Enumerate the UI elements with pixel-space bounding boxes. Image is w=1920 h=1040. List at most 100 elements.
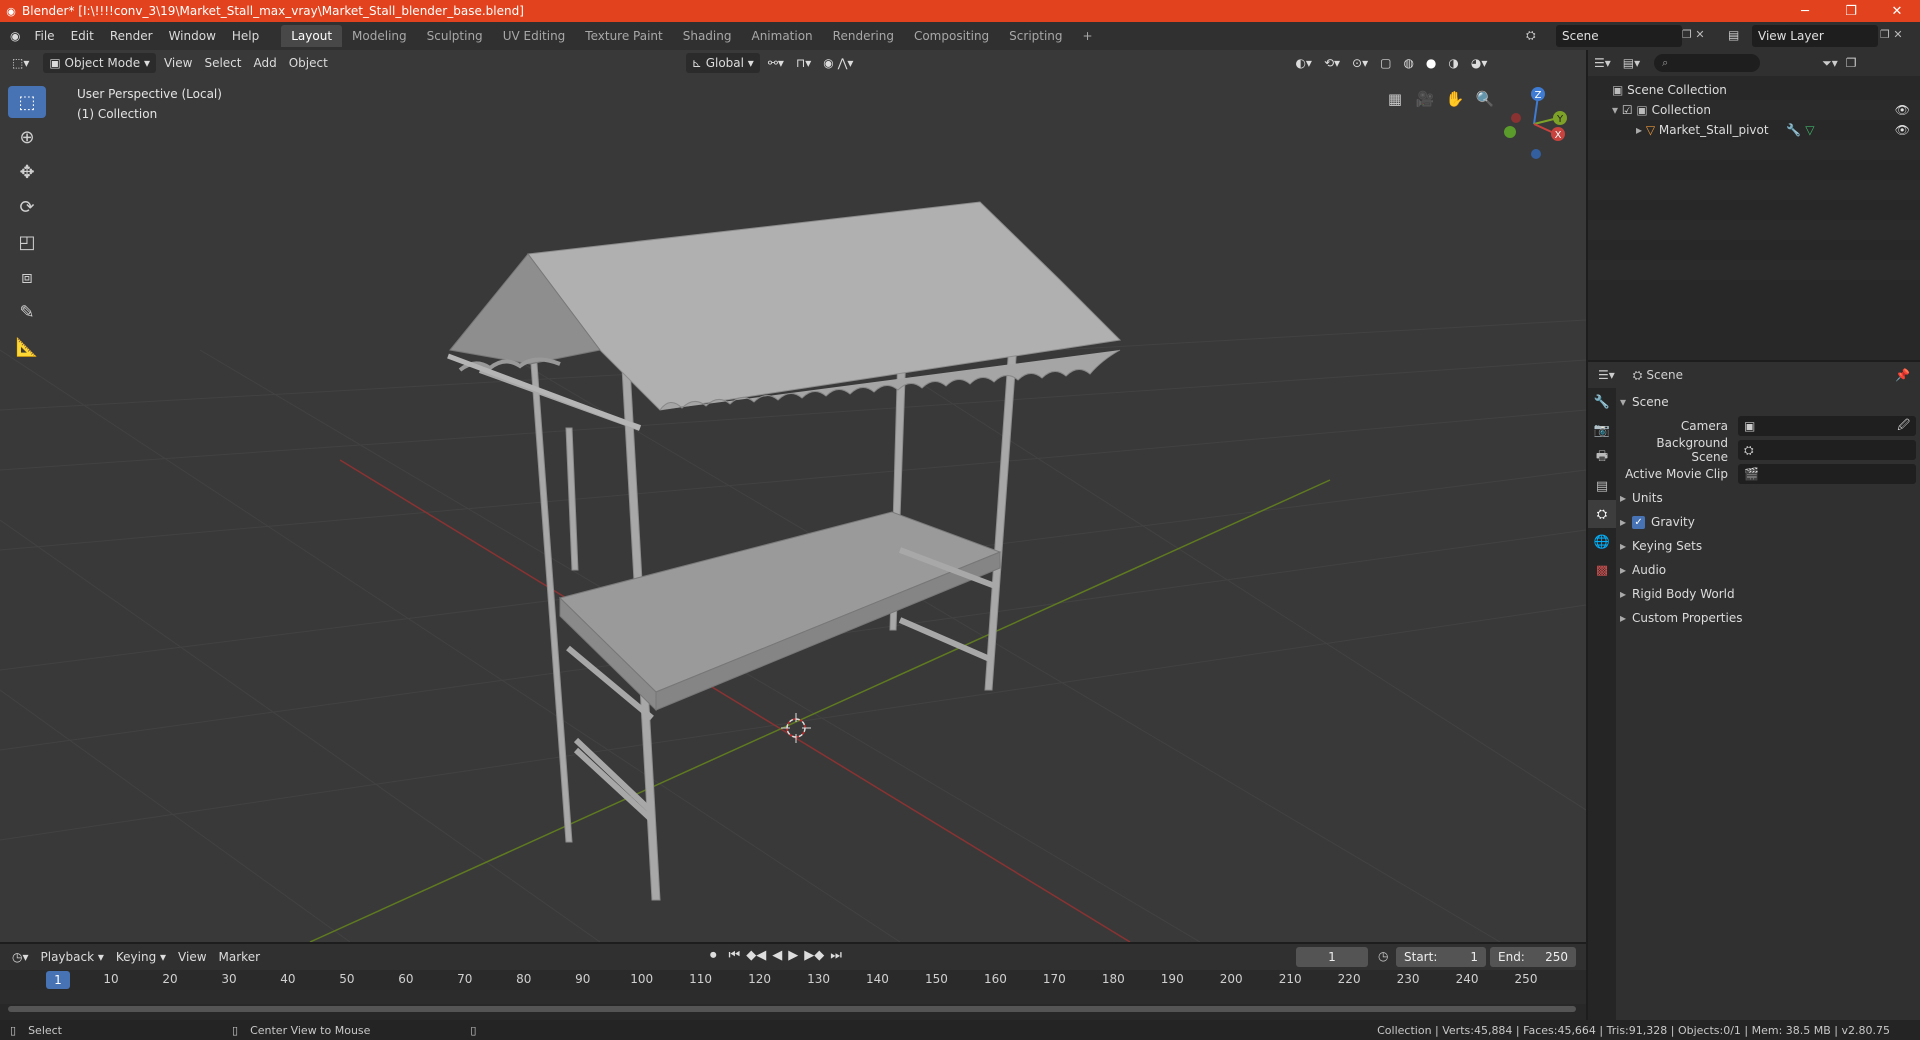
outliner-display-mode-icon[interactable]: ▤▾ [1623, 56, 1640, 70]
timeline-frame-area[interactable] [0, 990, 1586, 1004]
jump-end-icon[interactable]: ⏭ [830, 948, 842, 963]
tab-rendering[interactable]: Rendering [823, 25, 904, 47]
pivot-point-icon[interactable]: ⚯▾ [762, 53, 790, 73]
eyedropper-icon[interactable]: 🖉 [1897, 416, 1910, 437]
close-button[interactable]: ✕ [1874, 0, 1920, 22]
view-layer-field[interactable]: View Layer [1752, 25, 1878, 47]
timeline-menu-keying[interactable]: Keying ▾ [110, 947, 172, 967]
outliner-filter-icon[interactable]: ⏷▾ [1822, 56, 1838, 71]
move-tool-icon[interactable]: ✥ [8, 156, 46, 188]
new-collection-icon[interactable]: ❐ [1846, 56, 1857, 70]
navigation-gizmo[interactable]: Z Y X [1504, 87, 1567, 159]
tab-shading[interactable]: Shading [673, 25, 742, 47]
camera-view-icon[interactable]: 🎥 [1410, 86, 1440, 112]
mesh-data-icon[interactable]: ▽ [1805, 123, 1814, 137]
outliner-row-object[interactable]: ▸ ▽ Market_Stall_pivot 🔧 ▽ 👁 [1588, 120, 1920, 140]
pan-hand-icon[interactable]: ✋ [1440, 86, 1470, 112]
scene-selector-icon[interactable]: ⛭ [1526, 28, 1536, 43]
gravity-checkbox[interactable]: ✓ [1632, 515, 1646, 529]
texture-tab-icon[interactable]: ▩ [1588, 556, 1616, 584]
gravity-panel-header[interactable]: ▸ ✓ Gravity [1620, 510, 1920, 534]
jump-start-icon[interactable]: ⏮ [729, 948, 741, 963]
select-box-tool-icon[interactable]: ⬚ [8, 86, 46, 118]
market-stall-model[interactable] [447, 201, 1122, 901]
record-icon[interactable]: ⏺ [710, 948, 717, 963]
tab-sculpting[interactable]: Sculpting [417, 25, 493, 47]
viewport-menu-add[interactable]: Add [247, 53, 282, 73]
tab-texture-paint[interactable]: Texture Paint [575, 25, 672, 47]
menu-render[interactable]: Render [102, 25, 161, 47]
outliner-search-input[interactable]: ⌕ [1654, 54, 1761, 72]
object-visibility-eye-icon[interactable]: 👁 [1895, 120, 1910, 140]
timeline-menu-view[interactable]: View [172, 947, 212, 967]
measure-tool-icon[interactable]: 📐 [8, 331, 46, 363]
new-view-layer-icon[interactable]: ❐ ✕ [1880, 28, 1903, 41]
tab-scripting[interactable]: Scripting [999, 25, 1072, 47]
visibility-icon[interactable]: ◐▾ [1289, 53, 1318, 73]
menu-edit[interactable]: Edit [63, 25, 102, 47]
camera-field[interactable]: ▣ 🖉 [1738, 416, 1916, 436]
menu-file[interactable]: File [26, 25, 62, 47]
add-workspace-button[interactable]: + [1073, 25, 1103, 47]
collection-visibility-eye-icon[interactable]: 👁 [1895, 100, 1910, 120]
orientation-dropdown[interactable]: ⊾ Global ▾ [685, 53, 760, 73]
maximize-button[interactable]: ❐ [1828, 0, 1874, 22]
3d-viewport[interactable]: Z Y X ⬚▾ ▣ Object Mode ▾ View Select Add… [0, 50, 1586, 942]
shading-wireframe-icon[interactable]: ◍ [1397, 53, 1419, 73]
timeline-editor-type-icon[interactable]: ◷▾ [6, 947, 35, 967]
rotate-tool-icon[interactable]: ⟳ [8, 191, 46, 223]
end-frame-field[interactable]: End: 250 [1490, 947, 1576, 967]
toggle-grid-icon[interactable]: ▦ [1380, 86, 1410, 112]
menu-window[interactable]: Window [161, 25, 224, 47]
tab-uv-editing[interactable]: UV Editing [493, 25, 576, 47]
blender-menu-icon[interactable]: ◉ [0, 25, 26, 47]
view-layer-tab-icon[interactable]: ▤ [1588, 472, 1616, 500]
expand-object-icon[interactable]: ▸ [1636, 123, 1646, 137]
timeline-scrollbar[interactable] [8, 1006, 1576, 1012]
timeline-menu-playback[interactable]: Playback ▾ [35, 947, 110, 967]
active-movie-clip-field[interactable]: 🎬 [1738, 464, 1916, 484]
scene-panel-header[interactable]: ▾ Scene [1620, 390, 1920, 414]
current-frame-marker[interactable]: 1 [46, 971, 70, 989]
tab-layout[interactable]: Layout [281, 25, 343, 47]
keying-sets-panel-header[interactable]: ▸ Keying Sets [1620, 534, 1920, 558]
shading-solid-icon[interactable]: ● [1420, 53, 1442, 73]
units-panel-header[interactable]: ▸ Units [1620, 486, 1920, 510]
collection-checkbox[interactable]: ☑ [1622, 103, 1637, 117]
shading-rendered-icon[interactable]: ◕▾ [1465, 53, 1494, 73]
snap-icon[interactable]: ⊓▾ [790, 53, 817, 73]
timeline-menu-marker[interactable]: Marker [213, 947, 266, 967]
tool-tab-icon[interactable]: 🔧 [1588, 388, 1616, 416]
play-reverse-icon[interactable]: ◀ [772, 948, 782, 963]
viewport-menu-object[interactable]: Object [283, 53, 334, 73]
background-scene-field[interactable]: ⛭ [1738, 440, 1916, 460]
tab-animation[interactable]: Animation [741, 25, 822, 47]
world-tab-icon[interactable]: 🌐 [1588, 528, 1616, 556]
preview-range-clock-icon[interactable]: ◷ [1378, 949, 1388, 963]
zoom-icon[interactable]: 🔍 [1470, 86, 1500, 112]
play-icon[interactable]: ▶ [788, 948, 798, 963]
pin-icon[interactable]: 📌 [1895, 368, 1910, 382]
viewport-scene[interactable]: Z Y X [0, 50, 1586, 942]
custom-properties-panel-header[interactable]: ▸ Custom Properties [1620, 606, 1920, 630]
prev-keyframe-icon[interactable]: ◆◀ [746, 948, 766, 963]
outliner-editor-type-icon[interactable]: ☰▾ [1594, 56, 1611, 70]
scene-tab-icon[interactable]: ⛭ [1588, 500, 1616, 528]
next-keyframe-icon[interactable]: ▶◆ [804, 948, 824, 963]
output-tab-icon[interactable]: 🖶 [1588, 444, 1616, 472]
timeline-ruler[interactable]: 1 10 20 30 40 50 60 70 80 90 100 110 120 130 140 150 160… [0, 970, 1586, 990]
expand-collection-icon[interactable]: ▾ [1612, 103, 1622, 117]
object-mode-dropdown[interactable]: ▣ Object Mode ▾ [43, 53, 156, 73]
render-tab-icon[interactable]: 📷 [1588, 416, 1616, 444]
outliner-row-scene-collection[interactable]: ▣ Scene Collection [1588, 80, 1920, 100]
scene-name-field[interactable]: Scene [1556, 25, 1682, 47]
editor-type-icon[interactable]: ⬚▾ [6, 53, 35, 73]
gizmo-toggle-icon[interactable]: ⟲▾ [1318, 53, 1346, 73]
menu-help[interactable]: Help [224, 25, 267, 47]
viewport-menu-select[interactable]: Select [198, 53, 247, 73]
viewport-menu-view[interactable]: View [158, 53, 198, 73]
rigid-body-world-panel-header[interactable]: ▸ Rigid Body World [1620, 582, 1920, 606]
minimize-button[interactable]: ─ [1782, 0, 1828, 22]
scale-tool-icon[interactable]: ◰ [8, 226, 46, 258]
transform-tool-icon[interactable]: ⧈ [8, 261, 46, 293]
